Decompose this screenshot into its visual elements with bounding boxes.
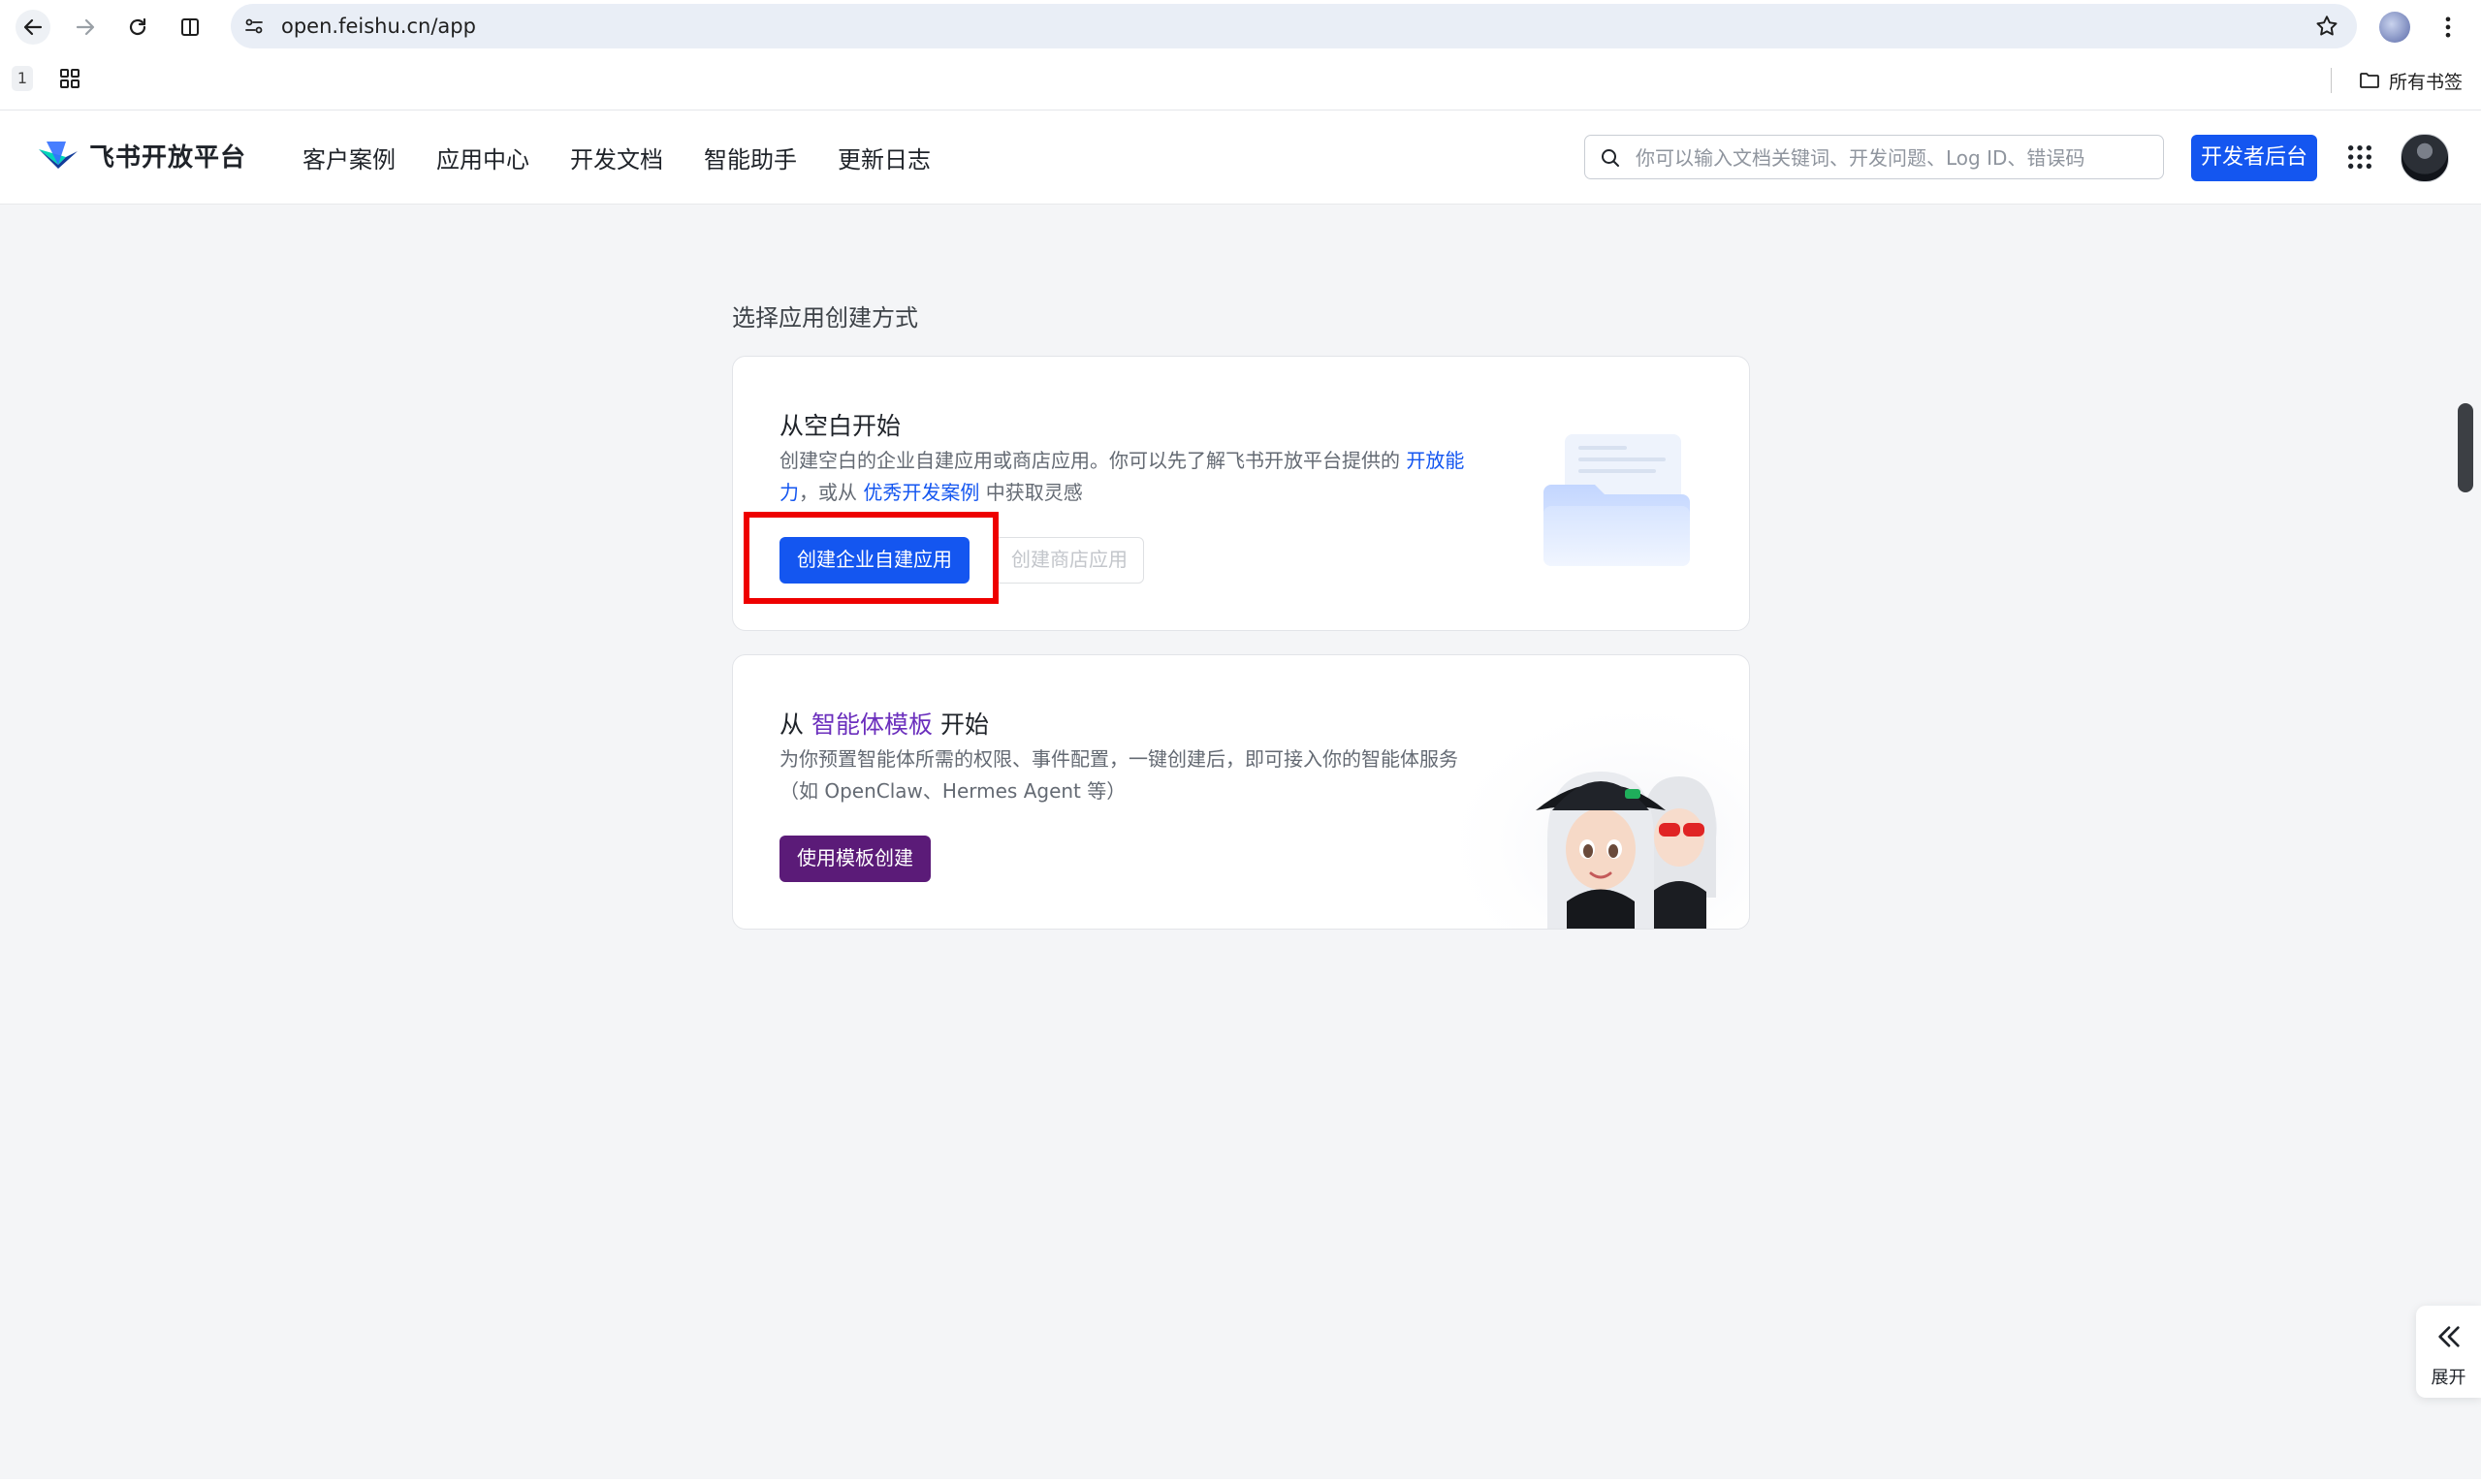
feishu-bird-logo-icon — [39, 142, 78, 169]
agent-characters-illustration — [1460, 713, 1749, 929]
create-from-template-button[interactable]: 使用模板创建 — [779, 836, 931, 882]
expand-side-panel[interactable]: 展开 — [2416, 1306, 2481, 1398]
page-section-title: 选择应用创建方式 — [732, 304, 918, 332]
nav-app-center[interactable]: 应用中心 — [436, 141, 529, 174]
tab-count-badge[interactable]: 1 — [12, 66, 33, 91]
user-avatar[interactable] — [2401, 134, 2449, 182]
developer-console-button[interactable]: 开发者后台 — [2191, 135, 2317, 181]
browser-toolbar: open.feishu.cn/app — [0, 0, 2481, 53]
main-nav: 客户案例 应用中心 开发文档 智能助手 更新日志 — [302, 111, 931, 204]
blank-desc-text-3: 中获取灵感 — [985, 481, 1083, 504]
site-settings-icon[interactable] — [242, 15, 266, 38]
double-chevron-left-icon — [2438, 1326, 2460, 1347]
split-view-icon — [181, 18, 199, 36]
agent-card-title: 从 智能体模板 开始 — [779, 706, 989, 741]
app-launcher-icon[interactable] — [2344, 142, 2375, 173]
bookmarks-divider — [2331, 68, 2332, 93]
url-text[interactable]: open.feishu.cn/app — [281, 4, 476, 48]
page-bottom-edge — [0, 1479, 2481, 1484]
reload-button[interactable] — [120, 10, 155, 45]
agent-template-card: 从 智能体模板 开始 为你预置智能体所需的权限、事件配置，一键创建后，即可接入你… — [732, 654, 1750, 930]
site-header: 飞书开放平台 客户案例 应用中心 开发文档 智能助手 更新日志 开发者后台 — [0, 111, 2481, 205]
logo-text: 飞书开放平台 — [89, 142, 247, 173]
agent-template-link[interactable]: 智能体模板 — [811, 710, 933, 739]
split-view-button[interactable] — [173, 10, 207, 45]
bookmark-star-icon[interactable] — [2314, 14, 2339, 39]
reload-icon — [129, 17, 146, 36]
forward-button[interactable] — [68, 10, 103, 45]
arrow-left-icon — [23, 18, 43, 36]
arrow-right-icon — [76, 18, 95, 36]
annotation-highlight-box — [744, 512, 999, 604]
agent-title-suffix: 开始 — [939, 710, 989, 739]
page-scrollbar-thumb[interactable] — [2458, 403, 2473, 492]
blank-card-description: 创建空白的企业自建应用或商店应用。你可以先了解飞书开放平台提供的 开放能力，或从… — [779, 445, 1478, 509]
blank-desc-text-2: ，或从 — [799, 481, 857, 504]
folder-illustration-icon — [1543, 434, 1690, 566]
excellent-cases-link[interactable]: 优秀开发案例 — [863, 481, 979, 504]
nav-dev-docs[interactable]: 开发文档 — [570, 141, 663, 174]
blank-desc-text-1: 创建空白的企业自建应用或商店应用。你可以先了解飞书开放平台提供的 — [779, 449, 1400, 472]
feishu-logo[interactable]: 飞书开放平台 — [37, 136, 246, 174]
agent-title-prefix: 从 — [779, 710, 805, 739]
create-store-app-button[interactable]: 创建商店应用 — [995, 537, 1144, 584]
nav-smart-assistant[interactable]: 智能助手 — [704, 141, 797, 174]
search-input[interactable] — [1634, 136, 2151, 180]
nav-changelog[interactable]: 更新日志 — [838, 141, 931, 174]
tab-groups-icon[interactable] — [58, 67, 81, 90]
blank-card-title: 从空白开始 — [779, 412, 902, 440]
doc-search-box[interactable] — [1584, 135, 2164, 180]
back-button[interactable] — [16, 10, 50, 45]
nav-customer-cases[interactable]: 客户案例 — [302, 141, 396, 174]
agent-card-description: 为你预置智能体所需的权限、事件配置，一键创建后，即可接入你的智能体服务（如 Op… — [779, 747, 1458, 803]
browser-profile-avatar[interactable] — [2379, 12, 2410, 43]
bookmarks-bar: 1 所有书签 — [0, 53, 2481, 111]
all-bookmarks-label: 所有书签 — [2389, 71, 2464, 93]
browser-menu-icon[interactable] — [2434, 14, 2462, 41]
all-bookmarks-button[interactable]: 所有书签 — [2358, 63, 2463, 98]
expand-label: 展开 — [2431, 1368, 2466, 1388]
search-icon — [1602, 149, 1619, 167]
address-bar[interactable]: open.feishu.cn/app — [231, 4, 2357, 48]
folder-icon — [2360, 73, 2379, 88]
